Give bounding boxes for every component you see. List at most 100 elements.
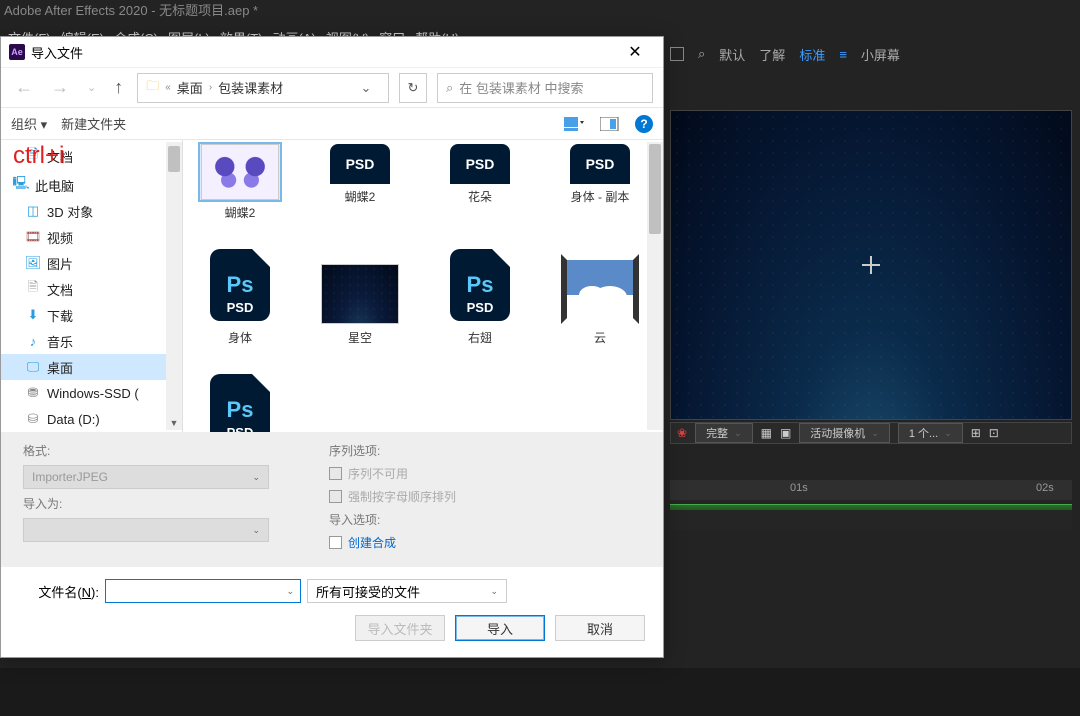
timeline-panel[interactable]: 01s 02s [670, 480, 1072, 530]
sidebar-item-pictures[interactable]: 🖼图片 [1, 250, 182, 276]
thumbnail-icon [321, 264, 399, 324]
sidebar-item-ssd[interactable]: ⛃Windows-SSD ( [1, 380, 182, 406]
mask-icon[interactable]: ▣ [780, 426, 791, 440]
file-browser: 蝴蝶2 PSD 蝴蝶2 PSD 花朵 PSD 身体 - 副本 PsPSD 身体 [183, 140, 663, 432]
file-leftwing-psd[interactable]: PsPSD 左翅 [199, 370, 281, 432]
cancel-button[interactable]: 取消 [555, 615, 645, 641]
refresh-button[interactable]: ↻ [399, 73, 427, 103]
preview-pane-button[interactable] [599, 115, 621, 133]
scroll-thumb[interactable] [649, 144, 661, 234]
crumb-folder[interactable]: 包装课素材 [218, 78, 283, 97]
new-folder-button[interactable]: 新建文件夹 [61, 114, 126, 133]
ws-default[interactable]: 默认 [719, 45, 745, 64]
file-body-psd[interactable]: PsPSD 身体 [199, 245, 281, 346]
organize-button[interactable]: 组织 ▾ [11, 114, 47, 133]
psd-icon: PSD [570, 144, 630, 184]
vp-icon-1[interactable]: ⊞ [971, 426, 981, 440]
help-button[interactable]: ? [635, 115, 653, 133]
search-input[interactable]: ⌕ 在 包装课素材 中搜索 [437, 73, 653, 103]
create-comp-checkbox[interactable]: 创建合成 [329, 534, 456, 551]
crumb-dropdown[interactable]: ⌄ [352, 80, 380, 96]
seq-force-checkbox: 强制按字母顺序排列 [329, 488, 456, 505]
nav-up[interactable]: ↑ [110, 77, 127, 98]
format-label: 格式: [23, 442, 269, 459]
views-dropdown[interactable]: 1 个...⌄ [898, 423, 963, 443]
search-icon[interactable]: ⌕ [698, 46, 705, 62]
dialog-title-text: 导入文件 [31, 43, 83, 62]
composition-viewport[interactable] [670, 110, 1072, 420]
import-folder-button: 导入文件夹 [355, 615, 445, 641]
import-dialog: Ae 导入文件 ✕ ← → ⌄ ↑ 🗀 « 桌面 › 包装课素材 ⌄ ↻ ⌕ 在… [0, 36, 664, 658]
workspace-bar: ⌕ 默认 了解 标准 ≡ 小屏幕 [670, 44, 1080, 64]
timeline-ruler[interactable]: 01s 02s [670, 480, 1072, 500]
crumb-desktop[interactable]: 桌面 [177, 78, 203, 97]
chevron-icon: › [207, 82, 214, 93]
search-icon: ⌕ [446, 80, 453, 96]
snap-icon[interactable] [670, 47, 684, 61]
cube-icon: ◫ [25, 203, 41, 219]
ws-small[interactable]: 小屏幕 [861, 45, 900, 64]
sidebar-item-3d[interactable]: ◫3D 对象 [1, 198, 182, 224]
disk-icon: ⛁ [25, 411, 41, 427]
search-placeholder: 在 包装课素材 中搜索 [459, 78, 583, 97]
file-cloud[interactable]: 云 [559, 245, 641, 346]
dialog-body: ctrl+i 🗎文档 🖳此电脑 ◫3D 对象 🎞视频 🖼图片 🗎文档 ⬇下载 ♪… [1, 139, 663, 432]
sidebar-item-desktop[interactable]: 🖵桌面 [1, 354, 182, 380]
scroll-thumb[interactable] [168, 146, 180, 172]
timeline-track[interactable] [670, 504, 1072, 510]
psd-icon: PsPSD [210, 249, 270, 321]
filename-input[interactable]: ⌄ [105, 579, 301, 603]
anchor-icon [862, 256, 880, 274]
close-button[interactable]: ✕ [615, 42, 655, 62]
psd-icon: PSD [450, 144, 510, 184]
scroll-down-icon[interactable]: ▼ [166, 416, 182, 430]
file-filter-select[interactable]: 所有可接受的文件⌄ [307, 579, 507, 603]
channel-icon[interactable]: ❀ [677, 426, 687, 440]
grid-icon[interactable]: ▦ [761, 426, 772, 440]
sidebar-item-downloads[interactable]: ⬇下载 [1, 302, 182, 328]
dialog-nav: ← → ⌄ ↑ 🗀 « 桌面 › 包装课素材 ⌄ ↻ ⌕ 在 包装课素材 中搜索 [1, 67, 663, 107]
ws-standard[interactable]: 标准 [799, 45, 825, 64]
sidebar-item-docs2[interactable]: 🗎文档 [1, 276, 182, 302]
file-flower-psd[interactable]: PSD 花朵 [439, 144, 521, 221]
ae-app-icon: Ae [9, 44, 25, 60]
ws-menu-icon[interactable]: ≡ [839, 47, 847, 62]
view-mode-button[interactable] [563, 115, 585, 133]
files-scrollbar[interactable] [647, 142, 663, 430]
filename-label: 文件名(N): [19, 582, 99, 601]
download-icon: ⬇ [25, 307, 41, 323]
time-mark-1: 01s [790, 482, 808, 494]
quality-dropdown[interactable]: 完整⌄ [695, 423, 753, 443]
doc-icon: 🗎 [25, 281, 41, 297]
file-body-copy-psd[interactable]: PSD 身体 - 副本 [559, 144, 641, 221]
import-button[interactable]: 导入 [455, 615, 545, 641]
importas-label: 导入为: [23, 495, 269, 512]
seq-label: 序列选项: [329, 442, 456, 459]
sidebar-item-documents[interactable]: 🗎文档 [1, 140, 182, 166]
pc-icon: 🖳 [13, 177, 29, 193]
file-butterfly2-psd[interactable]: PSD 蝴蝶2 [319, 144, 401, 221]
breadcrumb[interactable]: 🗀 « 桌面 › 包装课素材 ⌄ [137, 73, 389, 103]
sidebar-scrollbar[interactable]: ▲ ▼ [166, 142, 182, 430]
camera-dropdown[interactable]: 活动摄像机⌄ [799, 423, 890, 443]
dialog-toolbar: 组织 ▾ 新建文件夹 ? [1, 107, 663, 139]
disk-icon: ⛃ [25, 385, 41, 401]
file-butterfly2-jpg[interactable]: 蝴蝶2 [199, 144, 281, 221]
sidebar-item-data[interactable]: ⛁Data (D:) [1, 406, 182, 432]
folder-icon: 🗀 [146, 77, 159, 99]
file-starry[interactable]: 星空 [319, 245, 401, 346]
nav-recent[interactable]: ⌄ [83, 81, 100, 94]
psd-icon: PsPSD [210, 374, 270, 432]
nav-back[interactable]: ← [11, 77, 37, 98]
importas-select: ⌄ [23, 518, 269, 542]
seq-unavailable-checkbox: 序列不可用 [329, 465, 456, 482]
dialog-titlebar: Ae 导入文件 ✕ [1, 37, 663, 67]
ws-learn[interactable]: 了解 [759, 45, 785, 64]
sidebar-item-thispc[interactable]: 🖳此电脑 [1, 172, 182, 198]
sidebar-item-music[interactable]: ♪音乐 [1, 328, 182, 354]
thumbnail-icon [561, 254, 639, 324]
import-options-panel: 格式: ImporterJPEG⌄ 导入为: ⌄ 序列选项: 序列不可用 强制按… [1, 432, 663, 567]
sidebar-item-videos[interactable]: 🎞视频 [1, 224, 182, 250]
vp-icon-2[interactable]: ⊡ [989, 426, 999, 440]
file-rightwing-psd[interactable]: PsPSD 右翅 [439, 245, 521, 346]
